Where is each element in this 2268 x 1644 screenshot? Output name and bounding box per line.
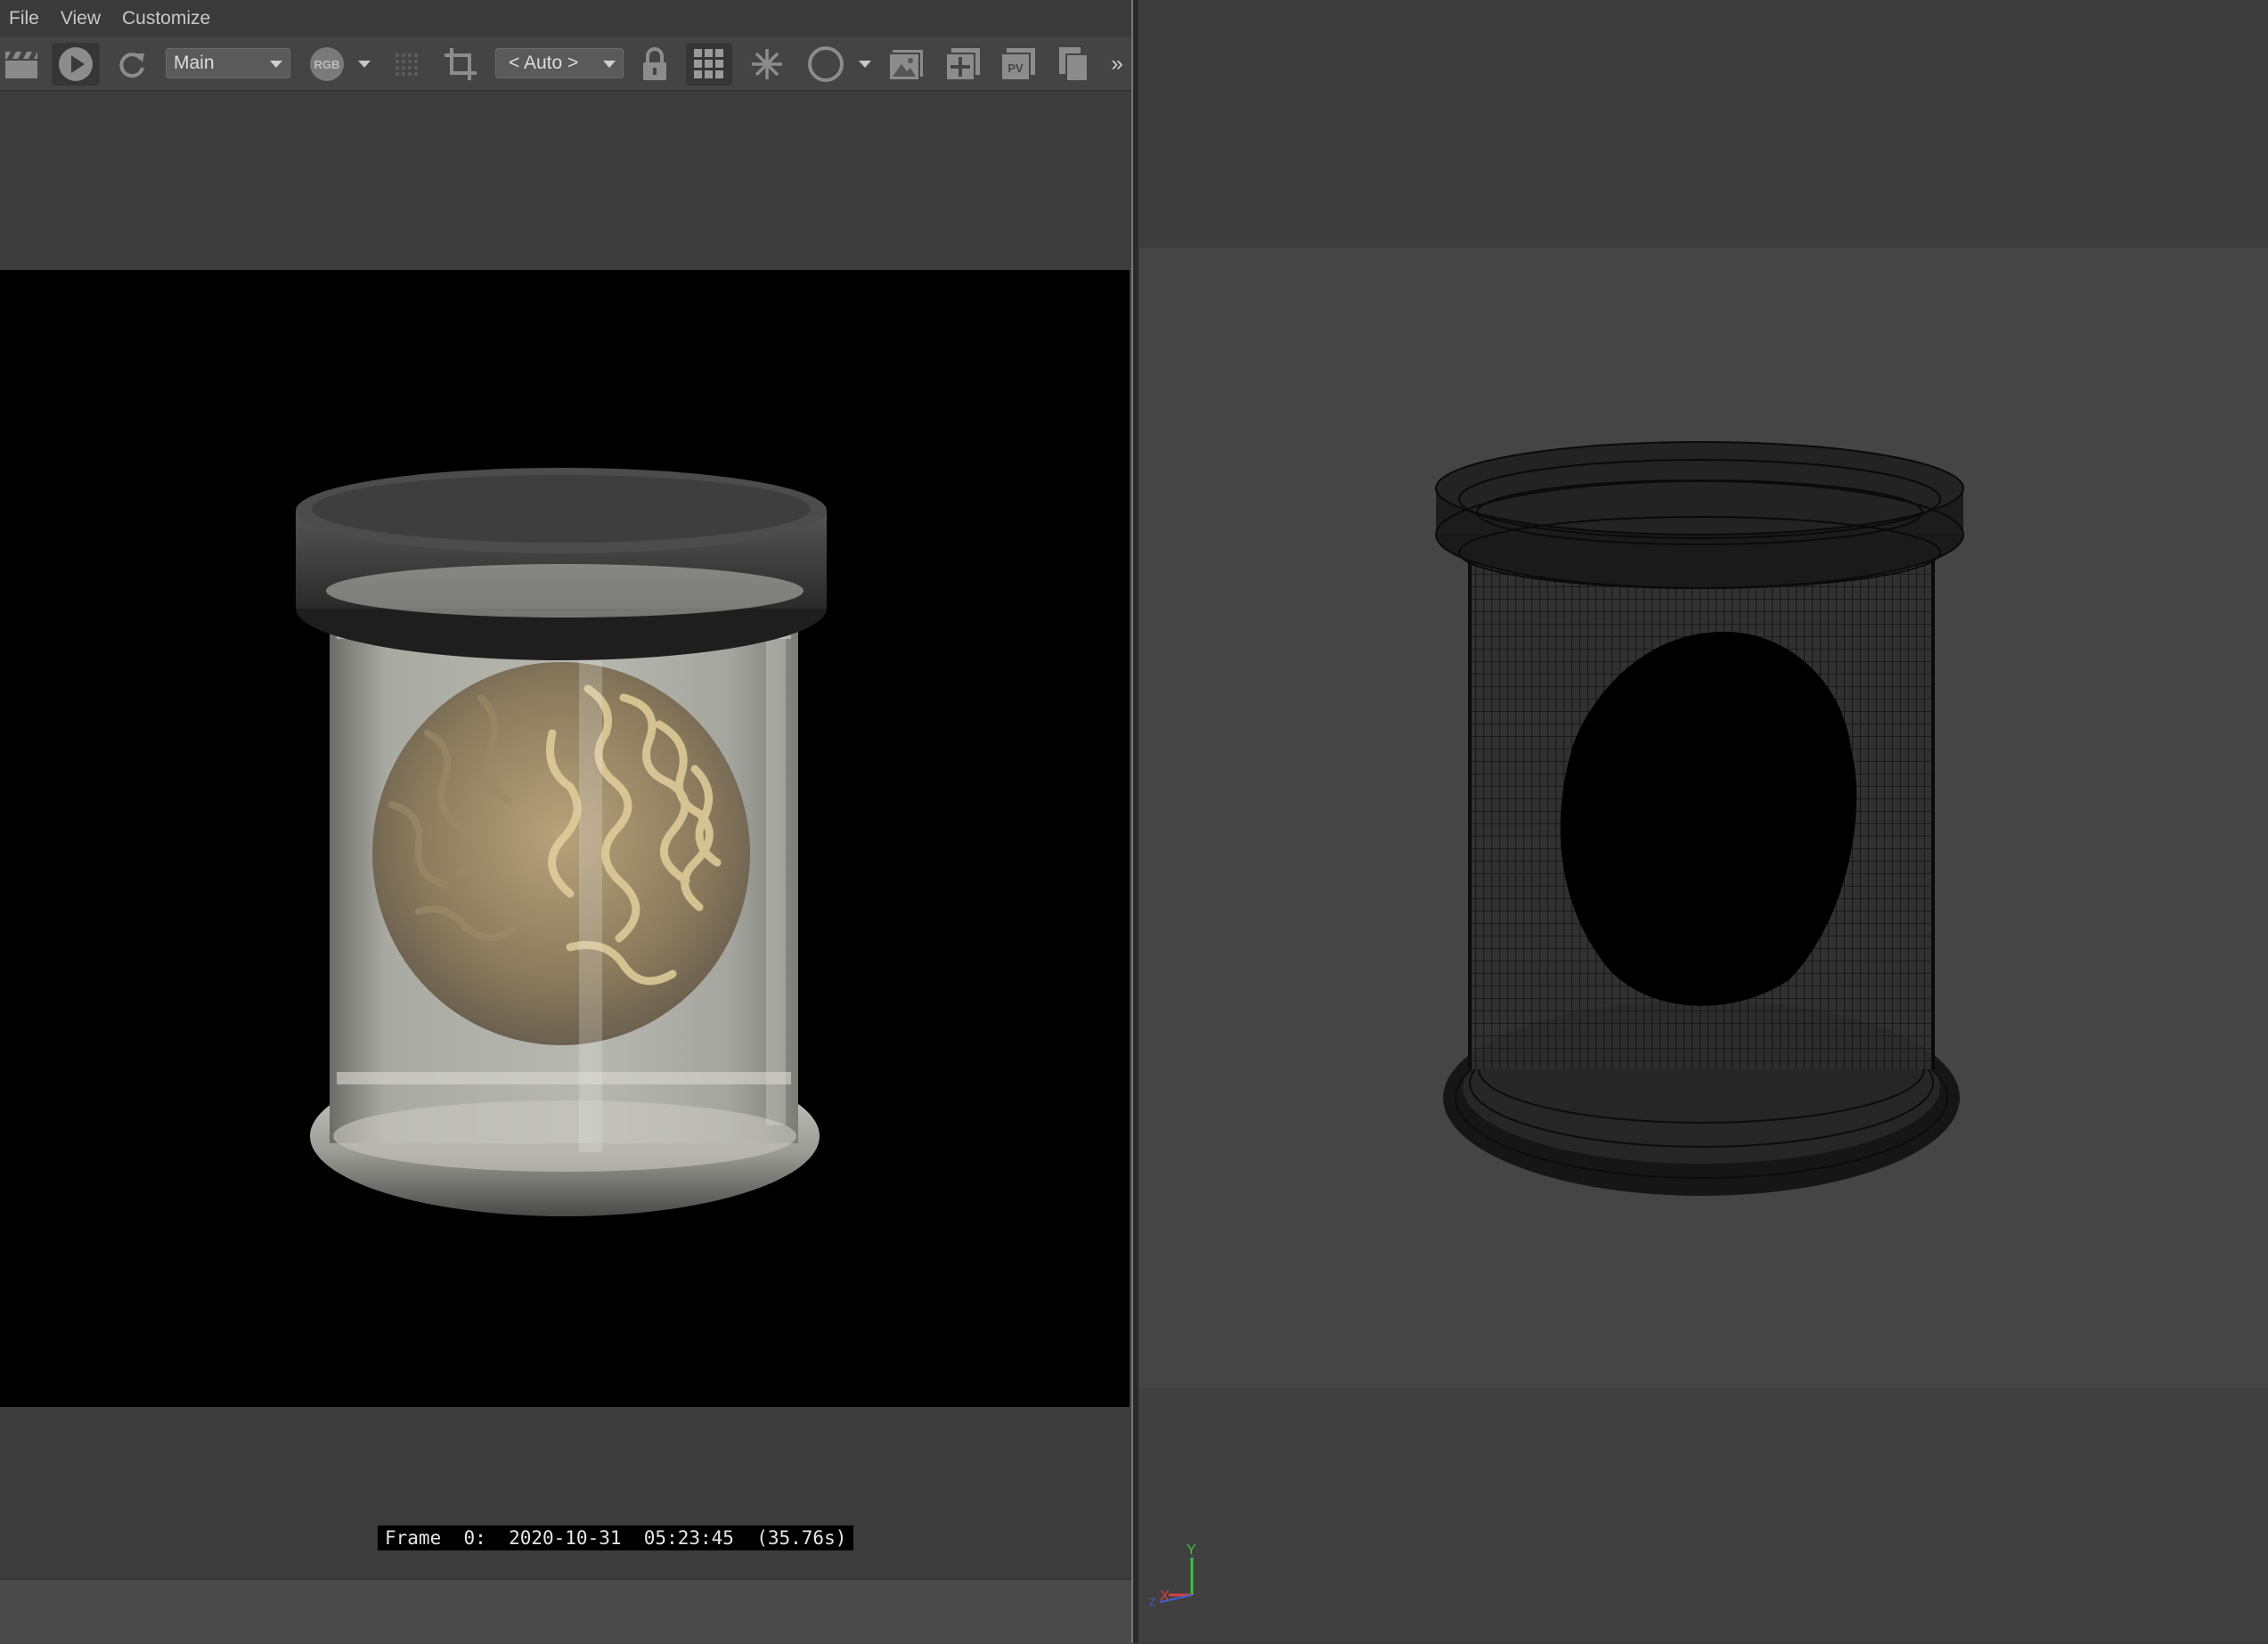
render-element-value: Main <box>174 53 215 73</box>
axis-gizmo: Y X Z <box>1149 1542 1196 1608</box>
zoom-dropdown[interactable]: < Auto > <box>495 48 624 78</box>
menu-bar: File View Customize <box>0 0 1131 37</box>
crop-icon <box>445 48 477 80</box>
menu-customize[interactable]: Customize <box>122 8 210 29</box>
axis-x-label: X <box>1160 1589 1170 1604</box>
toolbar-overflow-button[interactable]: » <box>1105 43 1130 86</box>
chevron-down-icon <box>358 61 371 68</box>
rendered-image <box>0 270 1130 1407</box>
bucket-grid-button[interactable] <box>686 43 732 86</box>
refresh-render-button[interactable] <box>114 43 150 86</box>
rgb-icon: RGB <box>310 47 344 81</box>
rgb-channel-button[interactable]: RGB <box>306 43 347 86</box>
lock-icon <box>643 47 666 80</box>
vfb-toolbar: Main RGB < Auto > PV » <box>0 37 1131 91</box>
region-render-button[interactable] <box>440 43 481 86</box>
lens-effects-button[interactable] <box>805 43 846 86</box>
play-icon <box>59 47 93 81</box>
copy-icon <box>1059 47 1089 82</box>
snowflake-icon <box>752 49 782 79</box>
render-element-dropdown[interactable]: Main <box>166 48 290 78</box>
menu-file[interactable]: File <box>9 8 39 29</box>
circle-icon <box>808 46 844 82</box>
lens-effects-dropdown[interactable] <box>855 43 875 86</box>
axis-y-label: Y <box>1187 1542 1196 1558</box>
chevron-down-icon <box>859 61 871 68</box>
lock-button[interactable] <box>636 43 673 86</box>
zoom-value: < Auto > <box>509 53 579 73</box>
copy-image-button[interactable] <box>1053 43 1094 86</box>
svg-text:RGB: RGB <box>314 58 340 71</box>
track-mouse-button[interactable] <box>388 43 424 86</box>
window-splitter[interactable] <box>1131 0 1138 1643</box>
freeze-button[interactable] <box>746 43 787 86</box>
save-image-button[interactable] <box>885 43 926 86</box>
render-info-stamp: Frame 0: 2020-10-31 05:23:45 (35.76s) <box>378 1525 854 1550</box>
clapperboard-icon <box>5 52 37 78</box>
3d-viewport[interactable]: Y X Z <box>1138 0 2268 1643</box>
render-clapper-button[interactable] <box>4 43 39 86</box>
frame-buffer-window: File View Customize Main RGB < Auto > PV… <box>0 0 1131 1644</box>
grid-icon <box>694 49 723 78</box>
brain-in-jar-render <box>296 468 827 1216</box>
pdplayer-button[interactable]: PV <box>998 43 1039 86</box>
rgb-channel-dropdown[interactable] <box>353 43 376 86</box>
add-history-button[interactable] <box>942 43 983 86</box>
axis-z-label: Z <box>1149 1596 1155 1608</box>
render-canvas-area <box>0 92 1131 1580</box>
add-image-icon <box>945 48 980 81</box>
image-icon <box>888 50 923 81</box>
start-render-button[interactable] <box>52 43 100 86</box>
refresh-icon <box>119 53 144 78</box>
menu-view[interactable]: View <box>61 8 101 29</box>
vfb-status-bar <box>0 1579 1131 1644</box>
dotted-grid-icon <box>396 53 418 76</box>
wireframe-jar <box>1435 441 1964 1196</box>
chevron-down-icon <box>603 61 616 68</box>
svg-text:PV: PV <box>1008 61 1024 75</box>
chevron-down-icon <box>270 61 282 68</box>
pv-icon: PV <box>1000 48 1035 81</box>
